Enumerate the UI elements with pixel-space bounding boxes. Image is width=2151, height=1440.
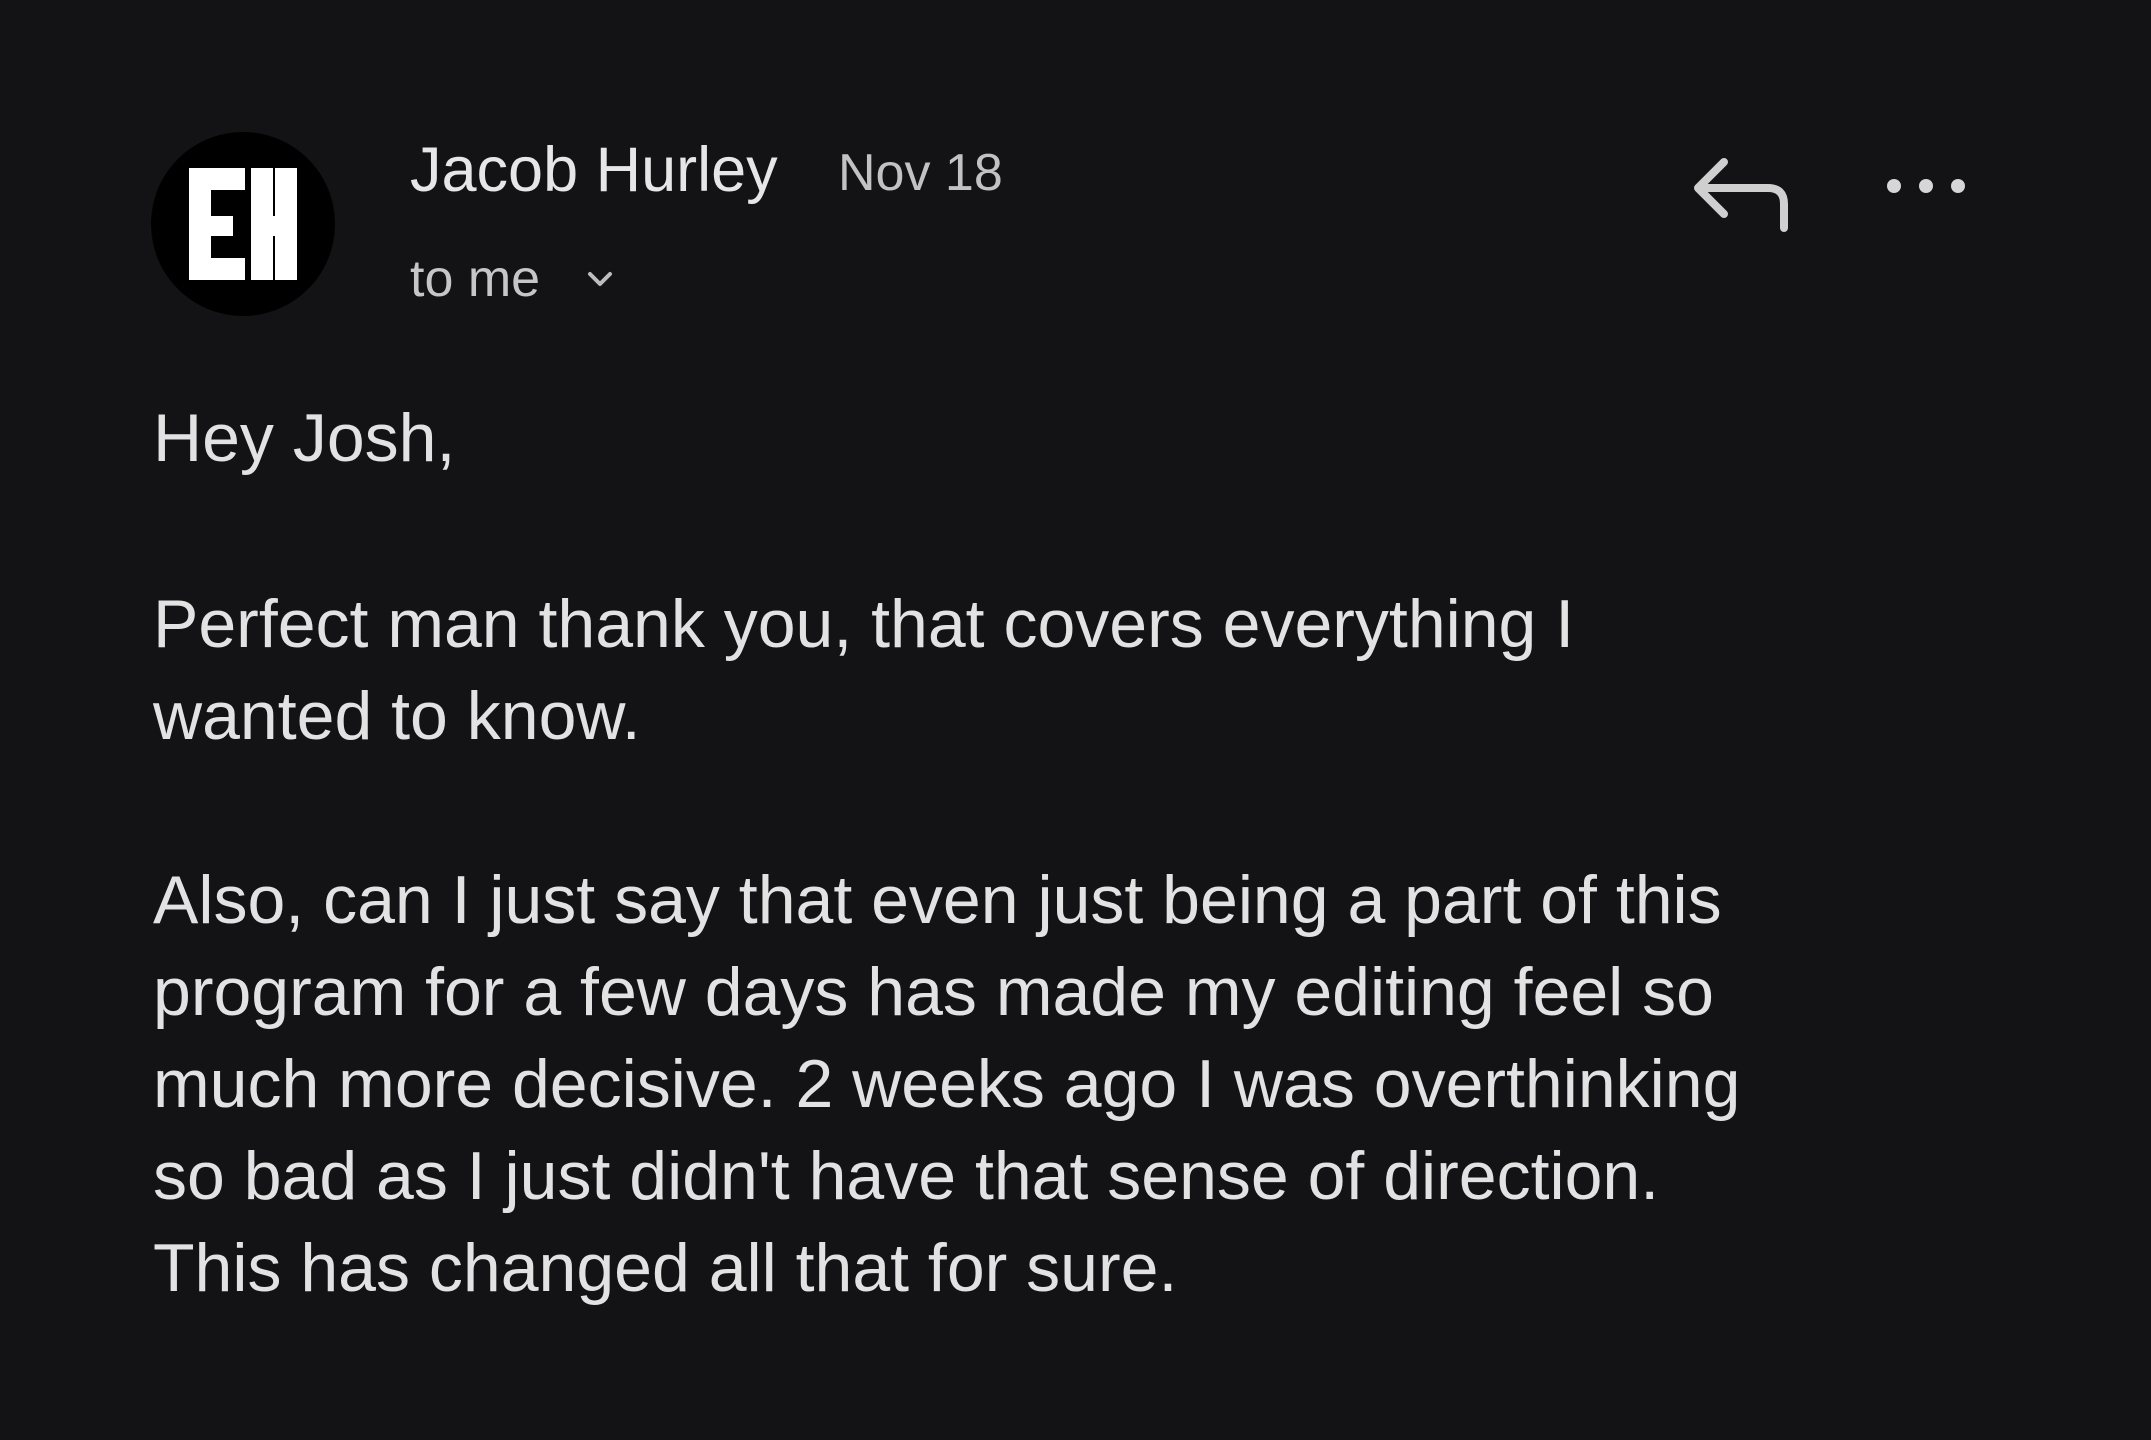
more-options-button[interactable] [1880, 160, 1972, 212]
email-paragraph-1: Perfect man thank you, that covers every… [153, 578, 1574, 762]
paragraph-line: Perfect man thank you, that covers every… [153, 586, 1575, 662]
reply-button[interactable] [1680, 146, 1810, 238]
paragraph-line: wanted to know. [153, 678, 641, 754]
sender-avatar[interactable] [151, 132, 335, 316]
paragraph-line: program for a few days has made my editi… [153, 954, 1714, 1030]
recipients-label: to me [410, 250, 541, 308]
more-dots-icon [1887, 179, 1965, 193]
paragraph-line: Also, can I just say that even just bein… [153, 862, 1722, 938]
monogram-eh-logo-icon [189, 168, 297, 280]
sender-name[interactable]: Jacob Hurley [410, 130, 778, 210]
chevron-down-icon[interactable] [582, 261, 618, 297]
reply-arrow-icon [1694, 158, 1788, 232]
email-message-view: Jacob Hurley Nov 18 to me Hey Josh, Perf… [0, 0, 2151, 1440]
email-paragraph-2: Also, can I just say that even just bein… [153, 854, 1740, 1314]
email-greeting: Hey Josh, [153, 400, 456, 476]
recipients-toggle[interactable]: to me [410, 244, 618, 314]
paragraph-line: much more decisive. 2 weeks ago I was ov… [153, 1046, 1741, 1122]
paragraph-line: This has changed all that for sure. [153, 1230, 1178, 1306]
paragraph-line: so bad as I just didn't have that sense … [153, 1138, 1660, 1214]
sent-date: Nov 18 [838, 144, 1003, 202]
